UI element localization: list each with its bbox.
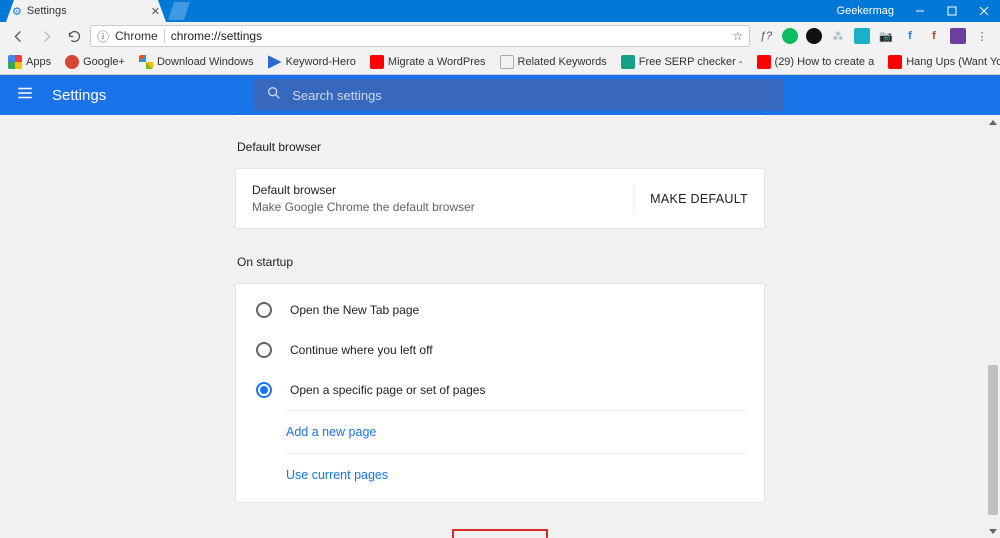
bookmark-item[interactable]: Google+ bbox=[61, 55, 129, 69]
advanced-toggle[interactable]: Advanced bbox=[452, 529, 548, 538]
bookmark-item[interactable]: Related Keywords bbox=[496, 55, 611, 69]
radio-icon bbox=[256, 342, 272, 358]
bookmark-icon bbox=[139, 55, 153, 69]
maximize-button[interactable] bbox=[936, 0, 968, 22]
ext-icon-1[interactable]: ƒ? bbox=[758, 28, 774, 44]
tab-title: Settings bbox=[27, 5, 67, 17]
bookmark-icon bbox=[370, 55, 384, 69]
vertical-scrollbar[interactable] bbox=[986, 115, 1000, 538]
startup-option-label: Continue where you left off bbox=[290, 343, 433, 357]
startup-option-label: Open the New Tab page bbox=[290, 303, 419, 317]
apps-button[interactable]: Apps bbox=[4, 55, 55, 69]
ext-icon-5[interactable] bbox=[854, 28, 870, 44]
apps-label: Apps bbox=[26, 56, 51, 68]
window-controls bbox=[904, 0, 1000, 22]
previous-card-edge bbox=[235, 115, 765, 118]
bookmark-item[interactable]: Hang Ups (Want You bbox=[884, 55, 1000, 69]
toolbar: ⓘ Chrome chrome://settings ☆ ƒ? ⁂ 📷 f f … bbox=[0, 22, 1000, 50]
ext-icon-7[interactable]: f bbox=[902, 28, 918, 44]
bookmark-icon bbox=[621, 55, 635, 69]
add-new-page-link[interactable]: Add a new page bbox=[286, 410, 746, 453]
window-brand: Geekermag bbox=[837, 5, 904, 17]
default-browser-subtitle: Make Google Chrome the default browser bbox=[252, 200, 475, 214]
bookmark-item[interactable]: Download Windows bbox=[135, 55, 258, 69]
on-startup-card: Open the New Tab page Continue where you… bbox=[235, 283, 765, 503]
startup-option-continue[interactable]: Continue where you left off bbox=[236, 330, 764, 370]
bookmarks-bar: Apps Google+ Download Windows Keyword-He… bbox=[0, 50, 1000, 75]
bookmark-icon bbox=[500, 55, 514, 69]
scroll-thumb[interactable] bbox=[988, 365, 998, 515]
ext-icon-9[interactable] bbox=[950, 28, 966, 44]
chrome-menu-icon[interactable]: ⋮ bbox=[974, 28, 990, 44]
radio-icon bbox=[256, 382, 272, 398]
section-heading-on-startup: On startup bbox=[237, 255, 765, 269]
close-button[interactable] bbox=[968, 0, 1000, 22]
scroll-up-button[interactable] bbox=[986, 115, 1000, 129]
section-heading-default-browser: Default browser bbox=[237, 140, 765, 154]
bookmark-icon bbox=[65, 55, 79, 69]
back-button[interactable] bbox=[6, 24, 30, 48]
omnibox-url: chrome://settings bbox=[171, 29, 262, 43]
minimize-button[interactable] bbox=[904, 0, 936, 22]
startup-option-new-tab[interactable]: Open the New Tab page bbox=[236, 290, 764, 330]
bookmark-item[interactable]: Free SERP checker - bbox=[617, 55, 747, 69]
extensions-row: ƒ? ⁂ 📷 f f ⋮ bbox=[754, 28, 994, 44]
reload-button[interactable] bbox=[62, 24, 86, 48]
use-current-pages-link[interactable]: Use current pages bbox=[286, 453, 746, 496]
settings-appbar: Settings bbox=[0, 75, 1000, 115]
bookmark-icon bbox=[888, 55, 902, 69]
omnibox-chip: Chrome bbox=[115, 29, 165, 43]
info-icon: ⓘ bbox=[97, 28, 109, 45]
gear-icon: ⚙ bbox=[12, 5, 22, 18]
default-browser-title: Default browser bbox=[252, 183, 475, 197]
settings-title: Settings bbox=[52, 87, 106, 104]
tab-settings[interactable]: ⚙ Settings ✕ bbox=[6, 0, 166, 22]
radio-icon bbox=[256, 302, 272, 318]
apps-icon bbox=[8, 55, 22, 69]
search-icon bbox=[266, 85, 282, 106]
bookmark-icon bbox=[757, 55, 771, 69]
ext-icon-6[interactable]: 📷 bbox=[878, 28, 894, 44]
ext-icon-4[interactable]: ⁂ bbox=[830, 28, 846, 44]
bookmark-item[interactable]: (29) How to create a bbox=[753, 55, 879, 69]
bookmark-star-icon[interactable]: ☆ bbox=[732, 29, 743, 43]
omnibox[interactable]: ⓘ Chrome chrome://settings ☆ bbox=[90, 25, 750, 47]
scroll-down-button[interactable] bbox=[986, 524, 1000, 538]
ext-icon-2[interactable] bbox=[782, 28, 798, 44]
startup-option-label: Open a specific page or set of pages bbox=[290, 383, 485, 397]
ext-icon-8[interactable]: f bbox=[926, 28, 942, 44]
forward-button[interactable] bbox=[34, 24, 58, 48]
tab-close-icon[interactable]: ✕ bbox=[151, 5, 160, 18]
settings-content: Default browser Default browser Make Goo… bbox=[0, 115, 1000, 538]
settings-search[interactable] bbox=[254, 79, 784, 111]
ext-icon-3[interactable] bbox=[806, 28, 822, 44]
search-input[interactable] bbox=[292, 88, 772, 103]
bookmark-item[interactable]: Keyword-Hero bbox=[264, 55, 360, 69]
make-default-button[interactable]: MAKE DEFAULT bbox=[633, 184, 748, 214]
bookmark-item[interactable]: Migrate a WordPres bbox=[366, 55, 490, 69]
hamburger-icon[interactable] bbox=[16, 84, 34, 107]
default-browser-card: Default browser Make Google Chrome the d… bbox=[235, 168, 765, 229]
startup-option-specific-pages[interactable]: Open a specific page or set of pages bbox=[236, 370, 764, 410]
bookmark-icon bbox=[268, 55, 282, 69]
